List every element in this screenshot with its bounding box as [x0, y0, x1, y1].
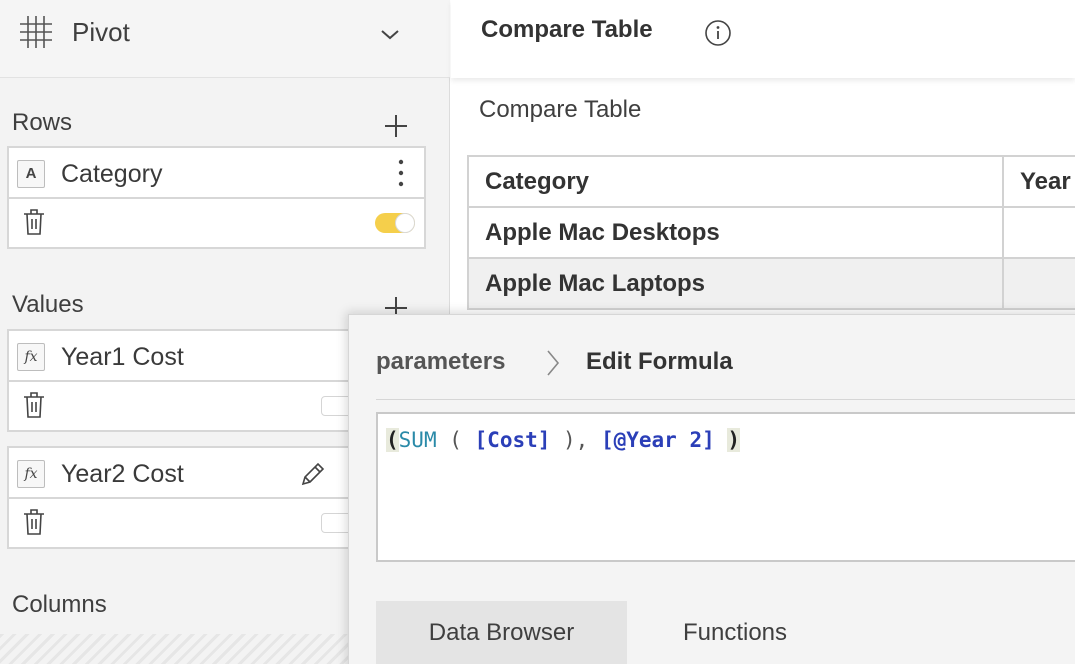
formula-function: SUM: [398, 428, 437, 452]
chevron-right-icon: [547, 350, 560, 376]
formula-field-reference: [Cost]: [474, 428, 551, 452]
formula-punctuation: (: [436, 428, 475, 452]
formula-parameter-reference: [@Year 2]: [600, 428, 715, 452]
formula-editor[interactable]: (SUM ( [Cost] ), [@Year 2] ): [376, 412, 1075, 562]
formula-space: [715, 428, 728, 452]
pivot-header[interactable]: Pivot: [0, 0, 450, 78]
value-field-name: Year2 Cost: [61, 460, 184, 488]
formula-punctuation: ),: [550, 428, 601, 452]
toggle-knob: [395, 213, 415, 233]
compare-table: Category Year Apple Mac Desktops Apple M…: [467, 155, 1075, 310]
row-field-actions: [9, 199, 424, 247]
formula-close-paren: ): [727, 428, 741, 452]
breadcrumb-parameters-link[interactable]: parameters: [376, 348, 505, 376]
trash-icon[interactable]: [23, 508, 45, 536]
table-header-row: Category Year: [467, 155, 1075, 208]
table-cell: [1002, 257, 1075, 310]
text-type-badge: A: [17, 160, 45, 188]
rows-section-label: Rows: [12, 109, 73, 136]
table-caption: Compare Table: [479, 96, 642, 123]
tab-data-browser[interactable]: Data Browser: [376, 601, 627, 664]
report-header: Compare Table: [451, 0, 1075, 78]
row-field-name: Category: [61, 160, 163, 188]
trash-icon[interactable]: [23, 391, 45, 419]
table-cell: Apple Mac Desktops: [467, 206, 1004, 259]
formula-open-paren: (: [386, 428, 399, 452]
columns-section-label: Columns: [12, 591, 107, 618]
tab-functions[interactable]: Functions: [627, 601, 843, 664]
formula-type-badge: fx: [17, 460, 45, 488]
pencil-icon[interactable]: [299, 460, 327, 488]
row-field-toggle[interactable]: [375, 213, 415, 233]
add-row-button[interactable]: [382, 112, 410, 140]
pivot-title: Pivot: [72, 17, 130, 47]
row-field-header[interactable]: A Category: [9, 148, 424, 199]
table-cell: [1002, 206, 1075, 259]
grid-icon: [20, 16, 52, 48]
breadcrumb-current: Edit Formula: [586, 348, 733, 375]
edit-formula-dialog: parameters Edit Formula (SUM ( [Cost] ),…: [348, 314, 1075, 664]
more-options-icon[interactable]: [394, 156, 408, 190]
trash-icon[interactable]: [23, 208, 45, 236]
values-section-label: Values: [12, 291, 84, 318]
table-cell: Apple Mac Laptops: [467, 257, 1004, 310]
row-field-card: A Category: [7, 146, 426, 249]
formula-tab-bar: Data Browser Functions: [376, 601, 1075, 664]
info-icon[interactable]: [703, 18, 733, 48]
divider: [376, 399, 1075, 400]
table-row: Apple Mac Desktops: [467, 206, 1075, 259]
report-title: Compare Table: [481, 16, 653, 43]
column-header[interactable]: Category: [467, 155, 1004, 208]
chevron-down-icon[interactable]: [378, 22, 402, 46]
table-row: Apple Mac Laptops: [467, 257, 1075, 310]
value-field-name: Year1 Cost: [61, 343, 184, 371]
column-header[interactable]: Year: [1002, 155, 1075, 208]
formula-type-badge: fx: [17, 343, 45, 371]
